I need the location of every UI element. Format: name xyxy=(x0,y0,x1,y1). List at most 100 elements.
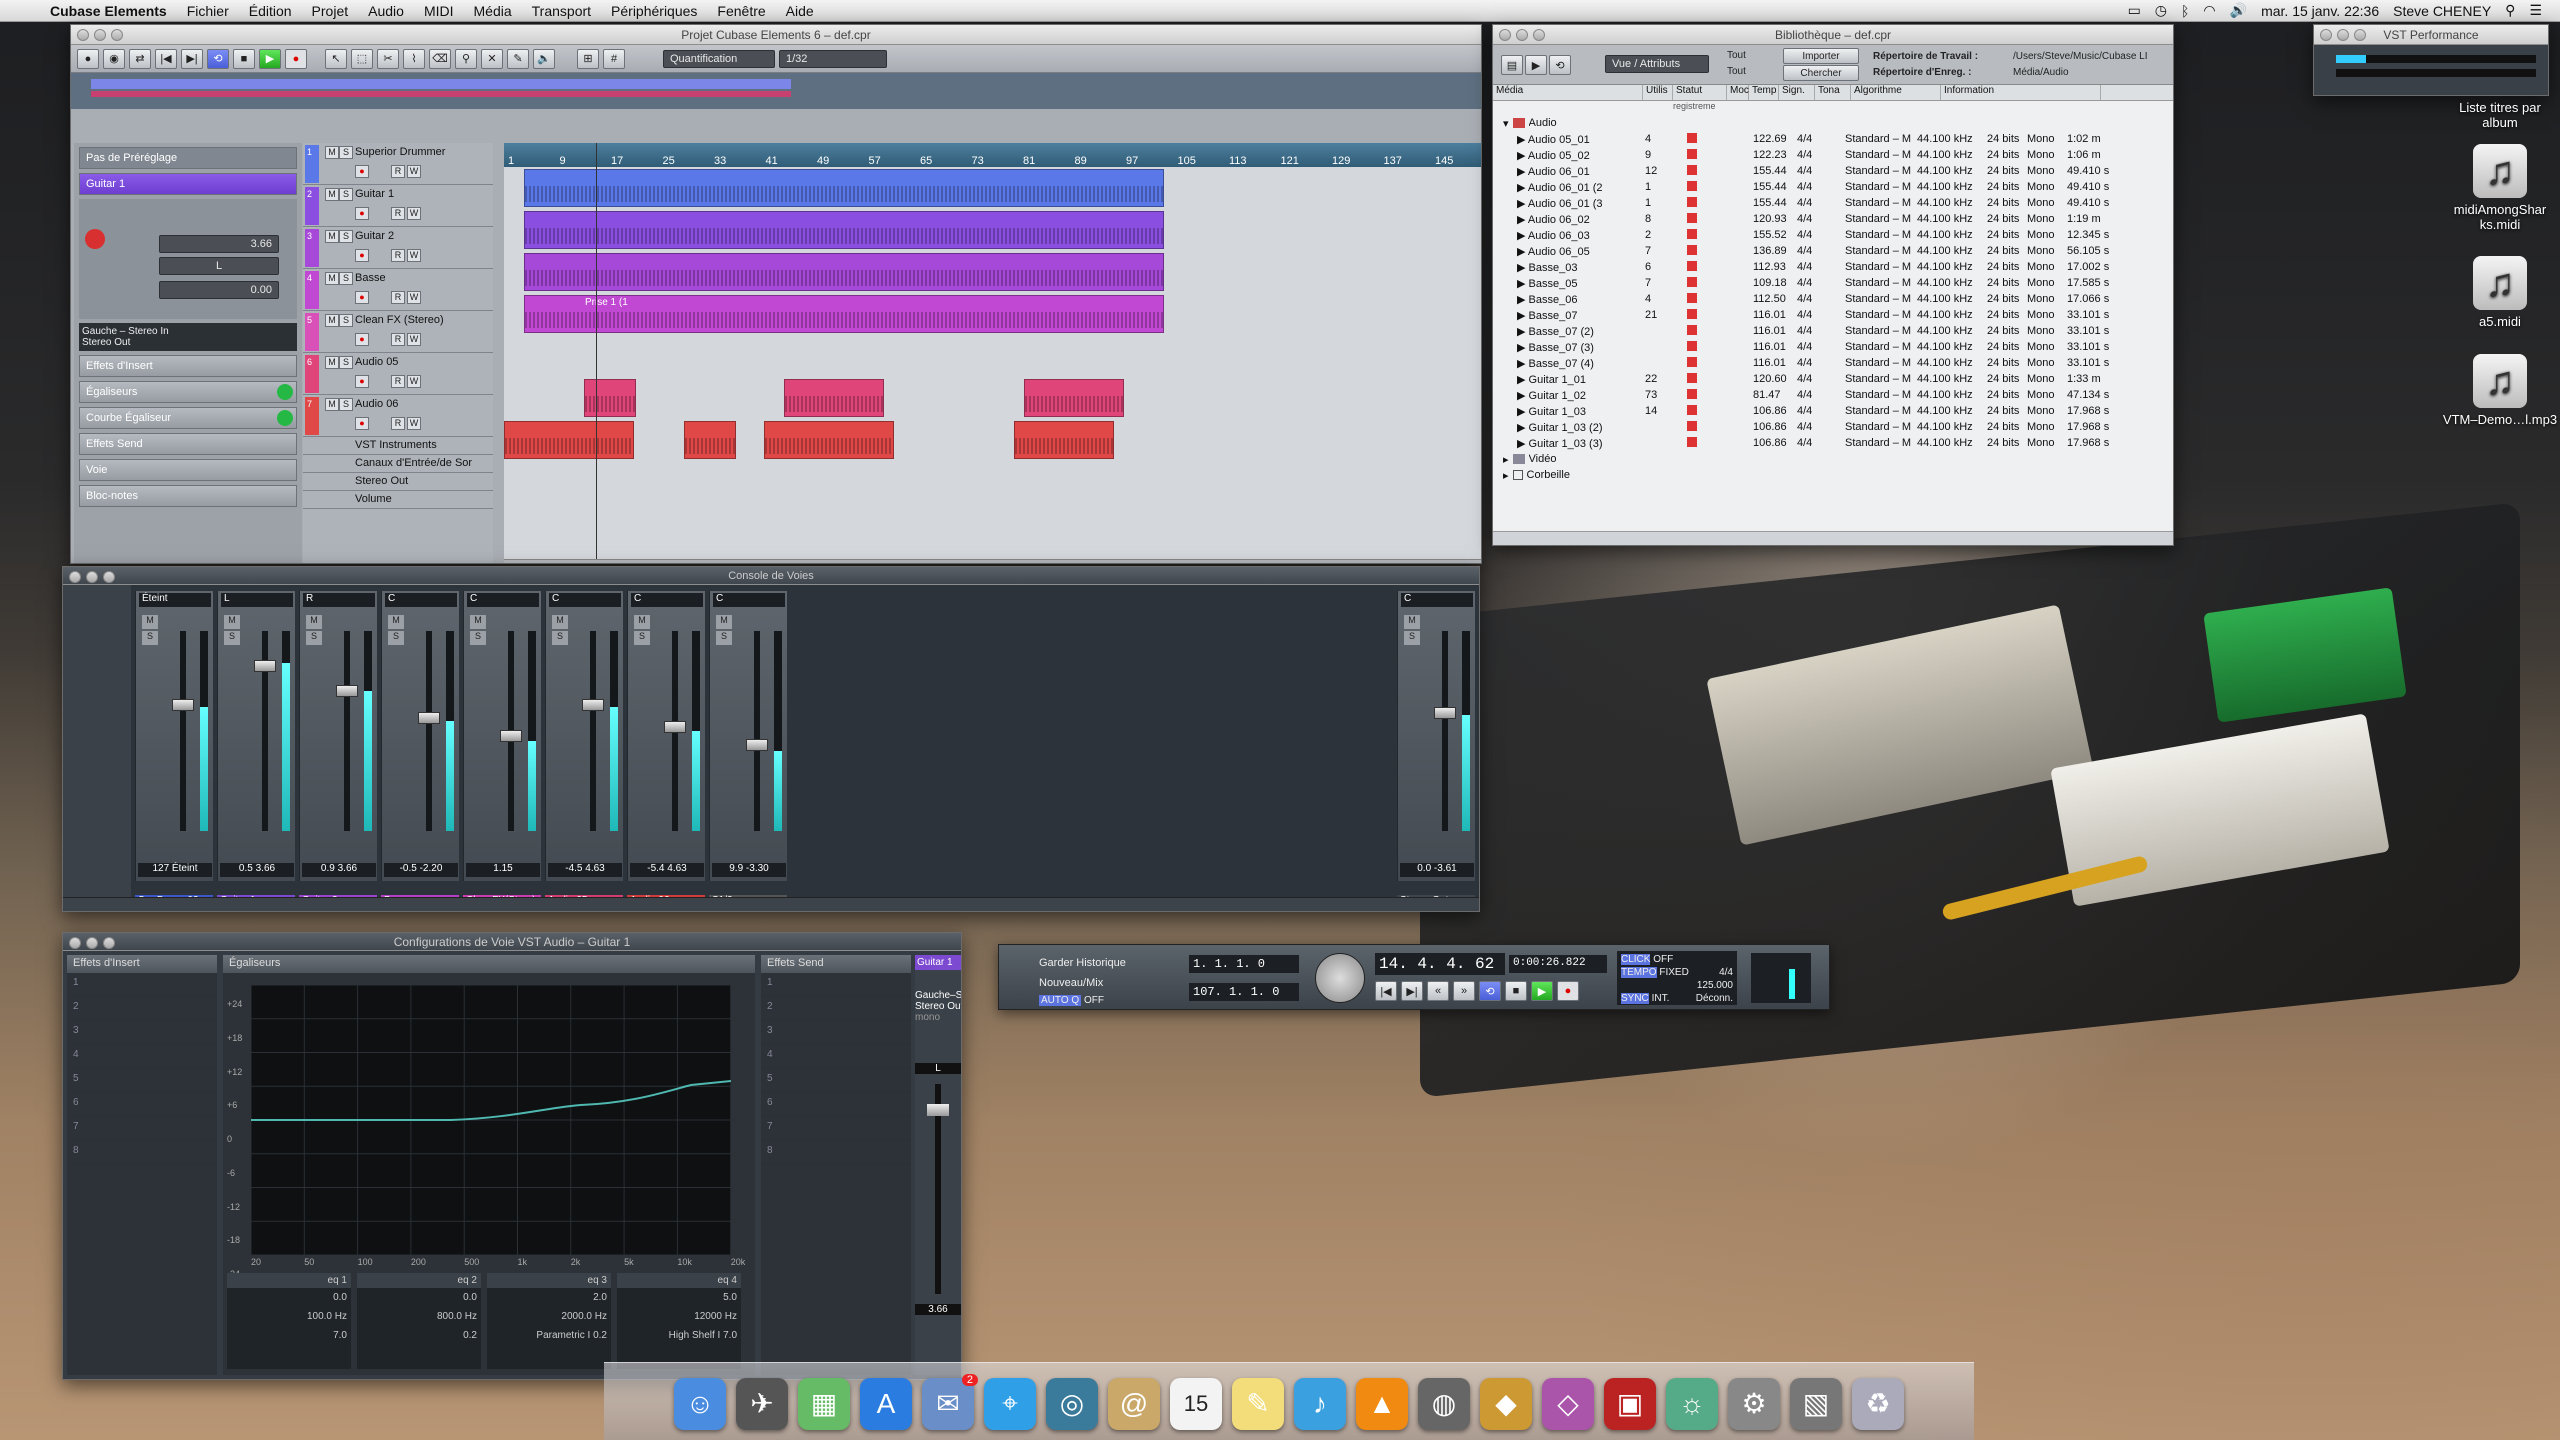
eq-band-q[interactable]: 0.2 xyxy=(357,1326,481,1345)
chset-fader-value[interactable]: 3.66 xyxy=(915,1304,961,1315)
disk-icon[interactable]: ◍ xyxy=(1418,1377,1470,1430)
mute-button[interactable]: M xyxy=(388,615,404,629)
glue-tool-icon[interactable]: ⌇ xyxy=(403,48,425,69)
volume-fader-cap[interactable] xyxy=(500,730,522,742)
section-notepad[interactable]: Bloc-notes xyxy=(79,485,297,507)
left-locator[interactable]: 1. 1. 1. 0 xyxy=(1189,955,1299,973)
forward-button[interactable]: » xyxy=(1453,981,1475,1001)
record-mode[interactable]: Nouveau/Mix xyxy=(1039,977,1103,989)
pool-row[interactable]: ▶ Guitar 1_02 73 81.47 4/4 Standard – M 44.10… xyxy=(1493,387,2173,403)
eq-band-gain[interactable]: 2.0 xyxy=(487,1288,611,1307)
play-button[interactable]: ▶ xyxy=(259,48,281,69)
eq-band-2[interactable]: eq 2 0.0 800.0 Hz 0.2 xyxy=(357,1273,481,1369)
insert-slot[interactable]: 7 xyxy=(67,1117,217,1141)
pool-row[interactable]: ▶ Basse_06 4 112.50 4/4 Standard – M 44.100 k… xyxy=(1493,291,2173,307)
write-automation-button[interactable]: W xyxy=(407,165,421,178)
rocket-icon[interactable]: ✈ xyxy=(736,1377,788,1430)
mute-button[interactable]: M xyxy=(634,615,650,629)
view-attributes-select[interactable]: Vue / Attributs xyxy=(1605,55,1709,73)
menu-fichier[interactable]: Fichier xyxy=(177,3,239,19)
eq-band-gain[interactable]: 5.0 xyxy=(617,1288,741,1307)
solo-button[interactable]: S xyxy=(142,631,158,645)
eq-band-freq[interactable]: 12000 Hz xyxy=(617,1307,741,1326)
transport-stop-button[interactable]: ■ xyxy=(1505,981,1527,1001)
audio-event[interactable] xyxy=(784,379,884,417)
transport-cycle-button[interactable]: ⟲ xyxy=(1479,981,1501,1001)
folder-name[interactable]: VST Instruments xyxy=(355,439,437,451)
output-routing[interactable]: Stereo Out xyxy=(82,337,294,348)
solo-button[interactable]: S xyxy=(224,631,240,645)
record-button[interactable]: ● xyxy=(285,48,307,69)
track-name[interactable]: Audio 06 xyxy=(355,398,398,410)
read-automation-button[interactable]: R xyxy=(391,333,405,346)
menu-aide[interactable]: Aide xyxy=(776,3,824,19)
desktop-file-midi-1[interactable]: ♫ midiAmongShar ks.midi xyxy=(2440,144,2560,232)
zoom-button[interactable] xyxy=(103,937,115,949)
audio-event[interactable] xyxy=(684,421,736,459)
write-automation-button[interactable]: W xyxy=(407,417,421,430)
overview-line[interactable] xyxy=(71,73,1481,109)
notes-icon[interactable]: ✎ xyxy=(1232,1377,1284,1430)
mail-icon[interactable]: ✉ 2 xyxy=(922,1373,978,1430)
desktop-playlist[interactable]: Liste titres par album xyxy=(2440,100,2560,130)
all-toggle-1[interactable]: Tout xyxy=(1727,50,1746,61)
search-button[interactable]: Chercher xyxy=(1783,65,1859,81)
rewind-button[interactable]: « xyxy=(1427,981,1449,1001)
record-enable-icon[interactable] xyxy=(85,229,105,249)
insert-slot[interactable]: 8 xyxy=(67,1141,217,1165)
volume-fader-cap[interactable] xyxy=(664,721,686,733)
calendar-icon[interactable]: 15 xyxy=(1170,1377,1222,1430)
close-button[interactable] xyxy=(69,571,81,583)
itunes-icon[interactable]: ♪ xyxy=(1294,1377,1346,1430)
mute-button[interactable]: M xyxy=(325,314,339,327)
pool-column-header[interactable]: Algorithme xyxy=(1851,85,1941,100)
audio-event[interactable]: Prise 1 (1 xyxy=(524,295,1164,333)
pool-column-header[interactable]: Média xyxy=(1493,85,1643,100)
volume-fader-track[interactable] xyxy=(344,631,350,831)
mute-button[interactable]: M xyxy=(716,615,732,629)
volume-fader-track[interactable] xyxy=(426,631,432,831)
desktop-file-midi-2[interactable]: ♫ a5.midi xyxy=(2440,256,2560,329)
eq-curve-display[interactable] xyxy=(251,985,731,1255)
pool-folder-trash[interactable]: ▸ Corbeille xyxy=(1493,467,2173,483)
write-automation-button[interactable]: W xyxy=(407,249,421,262)
contacts-icon[interactable]: @ xyxy=(1108,1377,1160,1430)
write-automation-button[interactable]: W xyxy=(407,375,421,388)
eq-band-freq[interactable]: 800.0 Hz xyxy=(357,1307,481,1326)
transport-record-button[interactable]: ● xyxy=(1557,981,1579,1001)
solo-button[interactable]: S xyxy=(339,230,353,243)
zoom-button[interactable] xyxy=(111,29,123,41)
eq-band-4[interactable]: eq 4 5.0 12000 Hz High Shelf I 7.0 xyxy=(617,1273,741,1369)
menu-edition[interactable]: Édition xyxy=(239,3,302,19)
insert-slot[interactable]: 6 xyxy=(67,1093,217,1117)
channel-pan-label[interactable]: C xyxy=(549,593,621,607)
track-record-button[interactable]: ● xyxy=(355,165,369,178)
auto-quantize[interactable]: AUTO Q OFF xyxy=(1039,995,1104,1006)
solo-button[interactable]: S xyxy=(339,356,353,369)
section-eq[interactable]: Égaliseurs xyxy=(79,381,297,403)
read-automation-button[interactable]: R xyxy=(391,417,405,430)
menu-audio[interactable]: Audio xyxy=(358,3,414,19)
mute-button[interactable]: M xyxy=(552,615,568,629)
eq-band-q[interactable]: 7.0 xyxy=(227,1326,351,1345)
insert-slot[interactable]: 5 xyxy=(67,1069,217,1093)
solo-button[interactable]: S xyxy=(339,398,353,411)
goto-end-button[interactable]: ▶| xyxy=(181,48,203,69)
pool-scrollbar[interactable] xyxy=(1493,531,2173,545)
track-record-button[interactable]: ● xyxy=(355,333,369,346)
fader-value[interactable]: 127 Éteint xyxy=(138,863,212,877)
history-option[interactable]: Garder Historique xyxy=(1039,957,1126,969)
event-display[interactable]: Prise 1 (1 xyxy=(504,167,1481,555)
send-slot[interactable]: 6 xyxy=(761,1093,911,1117)
volume-fader-cap[interactable] xyxy=(254,659,276,672)
track-header[interactable]: 1 Superior Drummer M S ● R W xyxy=(303,143,493,185)
volume-fader-track[interactable] xyxy=(180,631,186,831)
mute-tool-icon[interactable]: ✕ xyxy=(481,48,503,69)
track-header[interactable]: 3 Guitar 2 M S ● R W xyxy=(303,227,493,269)
chset-channel-name[interactable]: Guitar 1 xyxy=(915,955,961,970)
volume-fader-cap[interactable] xyxy=(582,699,604,712)
erase-tool-icon[interactable]: ⌫ xyxy=(429,48,451,69)
time-machine-icon[interactable]: ◷ xyxy=(2155,2,2167,19)
chset-routing-in[interactable]: Gauche–Sterèo xyxy=(915,990,961,1001)
folder-name[interactable]: Volume xyxy=(355,493,392,505)
